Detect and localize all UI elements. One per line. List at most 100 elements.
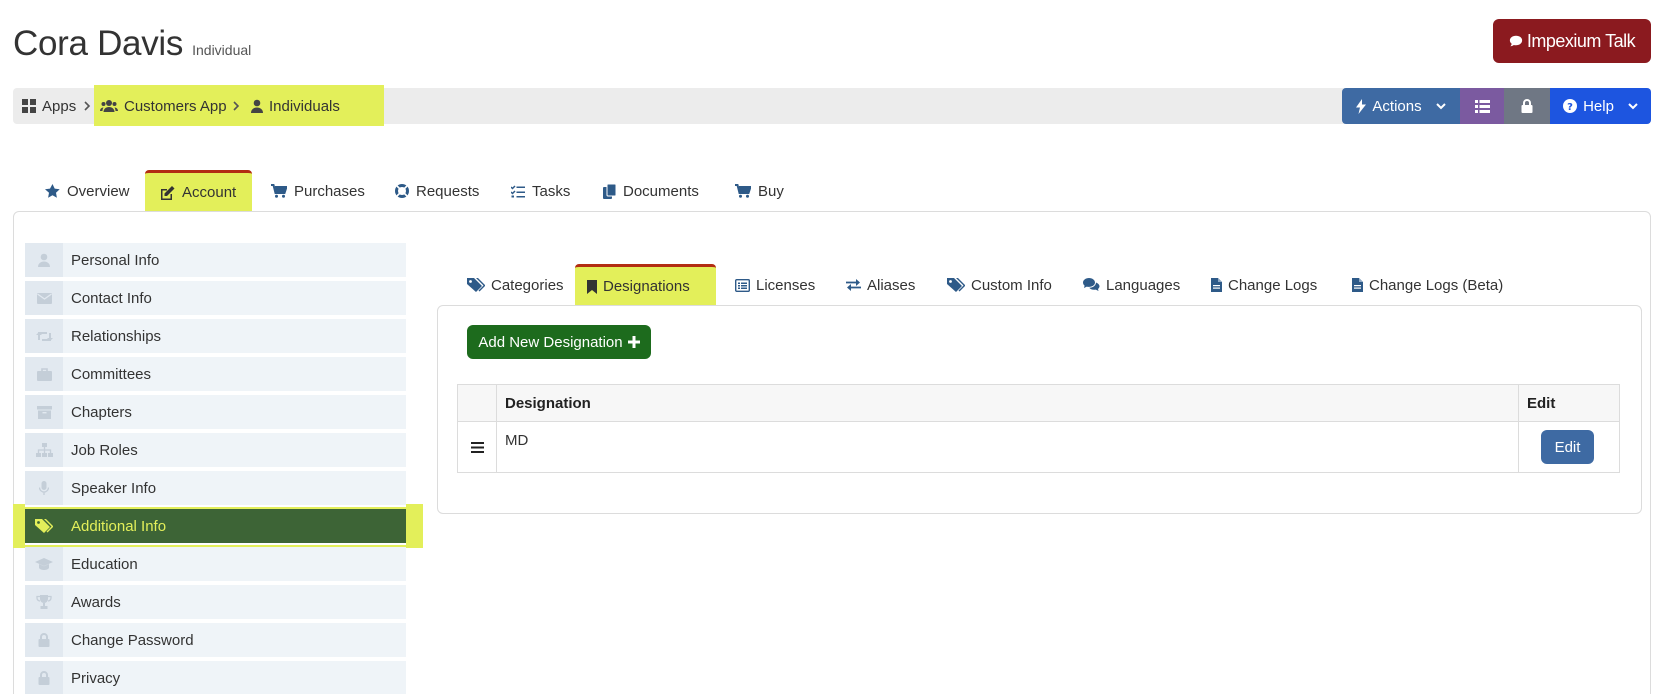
- sidebar-item-change-password[interactable]: Change Password: [25, 623, 406, 659]
- sidebar-item-speaker-info[interactable]: Speaker Info: [25, 471, 406, 507]
- sitemap-icon: [25, 433, 63, 467]
- subtab-categories[interactable]: Categories: [455, 264, 576, 306]
- user-icon: [25, 243, 63, 277]
- cart-icon: [735, 184, 758, 198]
- graduation-cap-icon: [25, 547, 63, 581]
- lock-icon: [25, 623, 63, 657]
- file-icon: [1211, 278, 1228, 292]
- breadcrumb-label: Customers App: [124, 97, 227, 115]
- sidebar-item-chapters[interactable]: Chapters: [25, 395, 406, 431]
- svg-text:?: ?: [1567, 102, 1573, 113]
- breadcrumb-label: Apps: [42, 97, 77, 115]
- column-header-designation: Designation: [496, 384, 1519, 422]
- subtab-label: Change Logs (Beta): [1369, 276, 1504, 294]
- table-row: MD Edit: [457, 421, 1620, 473]
- sidebar-item-awards[interactable]: Awards: [25, 585, 406, 621]
- sidebar-item-education[interactable]: Education: [25, 547, 406, 583]
- actions-dropdown[interactable]: Actions: [1342, 88, 1460, 124]
- tab-label: Buy: [758, 182, 784, 200]
- sidebar-item-label: Privacy: [71, 669, 121, 687]
- tab-tasks[interactable]: Tasks: [496, 170, 585, 212]
- tab-label: Account: [182, 184, 237, 201]
- tags-icon: [25, 509, 63, 543]
- briefcase-icon: [25, 357, 63, 391]
- sidebar-item-personal-info[interactable]: Personal Info: [25, 243, 406, 279]
- subtab-aliases[interactable]: Aliases: [834, 264, 927, 306]
- breadcrumb-apps[interactable]: Apps: [22, 88, 76, 124]
- edit-button[interactable]: Edit: [1541, 430, 1594, 464]
- subtab-label: Designations: [603, 278, 690, 295]
- subtab-label: Languages: [1106, 276, 1181, 294]
- add-new-designation-button[interactable]: Add New Designation: [467, 325, 651, 359]
- list-icon: [1474, 99, 1490, 113]
- sidebar-item-relationships[interactable]: Relationships: [25, 319, 406, 355]
- microphone-icon: [25, 471, 63, 505]
- subtab-label: Change Logs: [1228, 276, 1318, 294]
- breadcrumb-customers-app[interactable]: Customers App: [100, 88, 227, 124]
- subtab-label: Custom Info: [971, 276, 1052, 294]
- tab-label: Purchases: [294, 182, 365, 200]
- edit-cell: Edit: [1518, 421, 1620, 473]
- tab-account[interactable]: Account: [145, 170, 252, 212]
- help-dropdown[interactable]: ? Help: [1550, 88, 1651, 124]
- subtab-languages[interactable]: Languages: [1071, 264, 1192, 306]
- plus-icon: [623, 336, 640, 348]
- designations-table: Designation Edit MD Edit: [457, 384, 1620, 473]
- sidebar-item-job-roles[interactable]: Job Roles: [25, 433, 406, 469]
- subtab-designations[interactable]: Designations: [575, 264, 716, 306]
- sidebar-item-label: Contact Info: [71, 289, 152, 307]
- copy-icon: [603, 183, 623, 199]
- envelope-icon: [25, 281, 63, 315]
- tab-requests[interactable]: Requests: [380, 170, 494, 212]
- archive-icon: [25, 395, 63, 429]
- tab-documents[interactable]: Documents: [588, 170, 714, 212]
- list-view-button[interactable]: [1460, 88, 1504, 124]
- sidebar-item-label: Education: [71, 555, 138, 573]
- comment-icon: [1509, 34, 1527, 48]
- tags-icon: [467, 278, 491, 292]
- subtab-custom-info[interactable]: Custom Info: [935, 264, 1064, 306]
- sidebar-item-label: Personal Info: [71, 251, 160, 269]
- column-header-edit: Edit: [1518, 384, 1620, 422]
- subtab-change-logs[interactable]: Change Logs: [1199, 264, 1329, 306]
- lock-icon: [25, 661, 63, 694]
- tab-buy[interactable]: Buy: [720, 170, 799, 212]
- chevron-right-icon: [84, 88, 91, 124]
- tab-label: Tasks: [532, 182, 571, 200]
- lock-button[interactable]: [1504, 88, 1550, 124]
- sidebar-item-label: Awards: [71, 593, 121, 611]
- impexium-talk-label: Impexium Talk: [1526, 30, 1636, 51]
- tab-purchases[interactable]: Purchases: [256, 170, 380, 212]
- grid-icon: [22, 99, 42, 113]
- designation-cell: MD: [496, 421, 1519, 473]
- impexium-talk-button[interactable]: Impexium Talk: [1493, 19, 1651, 63]
- comments-icon: [1083, 278, 1106, 292]
- cart-icon: [271, 184, 294, 198]
- file-icon: [1352, 278, 1369, 292]
- sidebar-item-privacy[interactable]: Privacy: [25, 661, 406, 694]
- sidebar-item-contact-info[interactable]: Contact Info: [25, 281, 406, 317]
- tab-label: Documents: [623, 182, 699, 200]
- bolt-icon: [1356, 98, 1372, 114]
- subtab-change-logs-beta[interactable]: Change Logs (Beta): [1340, 264, 1515, 306]
- subtab-label: Licenses: [756, 276, 816, 294]
- sidebar-item-committees[interactable]: Committees: [25, 357, 406, 393]
- users-icon: [100, 99, 124, 113]
- breadcrumb-individuals[interactable]: Individuals: [251, 88, 340, 124]
- subtab-licenses[interactable]: Licenses: [723, 264, 827, 306]
- chevron-down-icon: [1621, 102, 1638, 110]
- drag-handle-cell[interactable]: [457, 421, 497, 473]
- sidebar-item-label: Job Roles: [71, 441, 138, 459]
- bookmark-icon: [587, 279, 603, 294]
- tab-label: Overview: [67, 182, 130, 200]
- edit-icon: [160, 185, 182, 200]
- sidebar-item-additional-info[interactable]: Additional Info: [25, 509, 406, 545]
- user-icon: [251, 99, 269, 113]
- sidebar-item-label: Change Password: [71, 631, 194, 649]
- page-title: Cora Davis Individual: [13, 24, 251, 64]
- question-circle-icon: ?: [1563, 99, 1583, 113]
- lock-icon: [1521, 99, 1533, 113]
- drag-handle-icon[interactable]: [458, 441, 496, 453]
- tab-overview[interactable]: Overview: [30, 170, 145, 212]
- table-header-row: Designation Edit: [457, 384, 1620, 422]
